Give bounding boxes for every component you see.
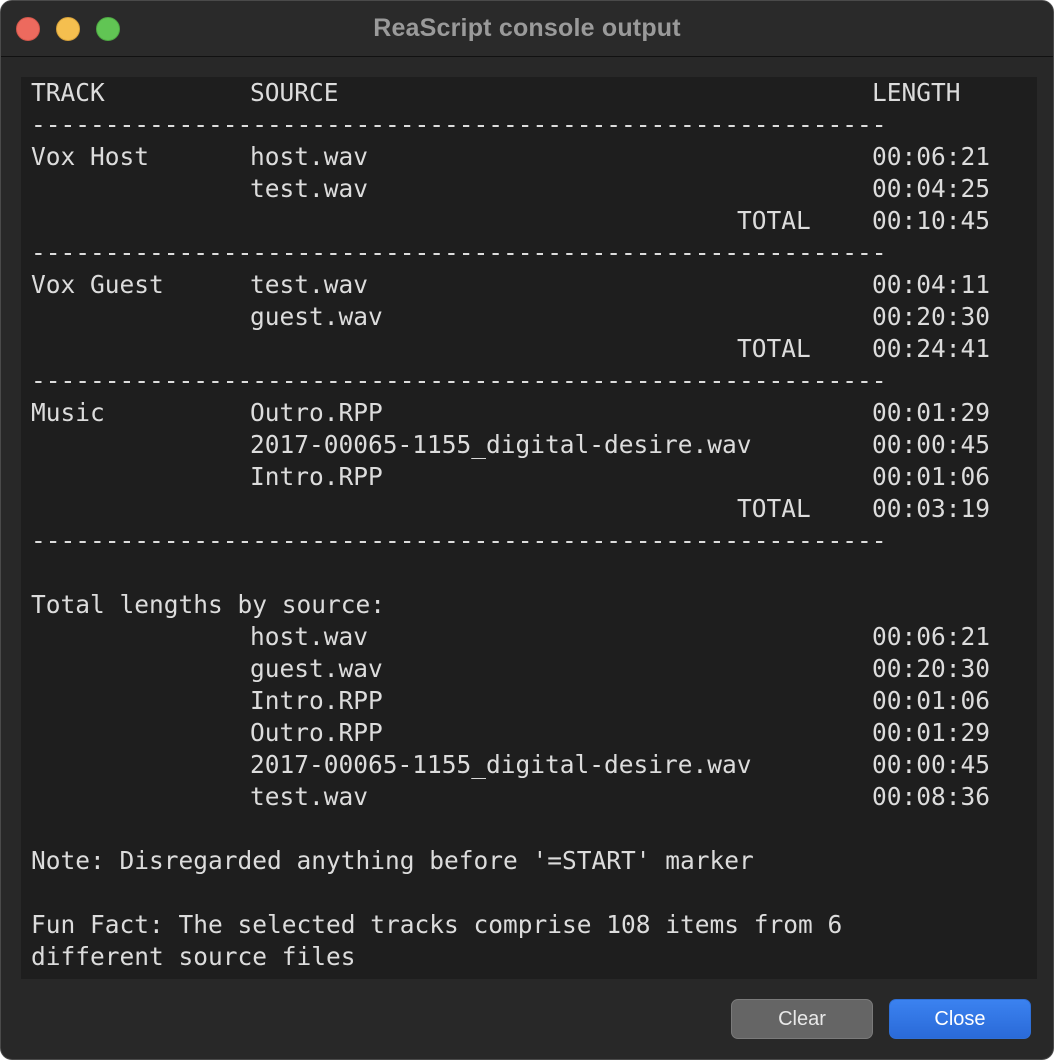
table-row: Music Outro.RPP 00:01:29 <box>21 397 1037 429</box>
source-length: 00:20:30 <box>872 302 991 331</box>
list-item: guest.wav 00:20:30 <box>21 653 1037 685</box>
source-name: Intro.RPP <box>250 462 383 491</box>
source-name: Outro.RPP <box>250 398 383 427</box>
source-name: host.wav <box>250 142 369 171</box>
table-row: test.wav 00:04:25 <box>21 173 1037 205</box>
list-item: Outro.RPP 00:01:29 <box>21 717 1037 749</box>
list-item: Intro.RPP 00:01:06 <box>21 685 1037 717</box>
source-name: guest.wav <box>250 302 383 331</box>
source-name: 2017-00065-1155_digital-desire.wav <box>250 750 752 779</box>
source-length: 00:08:36 <box>872 782 991 811</box>
separator: ----------------------------------------… <box>31 238 887 267</box>
table-row: Intro.RPP 00:01:06 <box>21 461 1037 493</box>
source-name: test.wav <box>250 782 369 811</box>
total-row: TOTAL 00:10:45 <box>21 205 1037 237</box>
by-source-heading-text: Total lengths by source: <box>31 590 386 619</box>
window-title: ReaScript console output <box>373 14 681 42</box>
header-track: TRACK <box>31 78 105 107</box>
source-length: 00:04:25 <box>872 174 991 203</box>
separator: ----------------------------------------… <box>31 526 887 555</box>
source-length: 00:01:29 <box>872 398 991 427</box>
header-source: SOURCE <box>250 78 339 107</box>
source-length: 00:04:11 <box>872 270 991 299</box>
separator: ----------------------------------------… <box>31 366 887 395</box>
fun-fact-text: Fun Fact: The selected tracks comprise 1… <box>31 910 843 939</box>
total-label: TOTAL <box>737 334 811 363</box>
note-text: Note: Disregarded anything before '=STAR… <box>31 846 754 875</box>
header-row: TRACK SOURCE LENGTH <box>21 77 1037 109</box>
source-name: Outro.RPP <box>250 718 383 747</box>
total-label: TOTAL <box>737 206 811 235</box>
fun-fact-line: different source files <box>21 941 1037 973</box>
header-length: LENGTH <box>872 78 961 107</box>
source-length: 00:01:06 <box>872 686 991 715</box>
source-name: test.wav <box>250 174 369 203</box>
fun-fact-line: Fun Fact: The selected tracks comprise 1… <box>21 909 1037 941</box>
source-length: 00:06:21 <box>872 142 991 171</box>
total-row: TOTAL 00:24:41 <box>21 333 1037 365</box>
source-length: 00:20:30 <box>872 654 991 683</box>
track-name: Music <box>31 398 105 427</box>
clear-button[interactable]: Clear <box>731 999 873 1039</box>
source-length: 00:01:29 <box>872 718 991 747</box>
track-name: Vox Host <box>31 142 150 171</box>
list-item: test.wav 00:08:36 <box>21 781 1037 813</box>
source-length: 00:00:45 <box>872 750 991 779</box>
title-bar[interactable]: ReaScript console output <box>1 1 1053 57</box>
console-output[interactable]: TRACK SOURCE LENGTH --------------------… <box>21 77 1037 979</box>
source-length: 00:01:06 <box>872 462 991 491</box>
source-name: guest.wav <box>250 654 383 683</box>
total-length: 00:10:45 <box>872 206 991 235</box>
fun-fact-text: different source files <box>31 942 356 971</box>
close-button[interactable]: Close <box>889 999 1031 1039</box>
table-row: Vox Guest test.wav 00:04:11 <box>21 269 1037 301</box>
source-length: 00:00:45 <box>872 430 991 459</box>
source-name: 2017-00065-1155_digital-desire.wav <box>250 430 752 459</box>
total-length: 00:24:41 <box>872 334 991 363</box>
note-line: Note: Disregarded anything before '=STAR… <box>21 845 1037 877</box>
total-length: 00:03:19 <box>872 494 991 523</box>
total-label: TOTAL <box>737 494 811 523</box>
source-length: 00:06:21 <box>872 622 991 651</box>
table-row: Vox Host host.wav 00:06:21 <box>21 141 1037 173</box>
source-name: test.wav <box>250 270 369 299</box>
track-name: Vox Guest <box>31 270 164 299</box>
source-name: Intro.RPP <box>250 686 383 715</box>
console-window: ReaScript console output TRACK SOURCE LE… <box>0 0 1054 1060</box>
list-item: host.wav 00:06:21 <box>21 621 1037 653</box>
table-row: guest.wav 00:20:30 <box>21 301 1037 333</box>
table-row: 2017-00065-1155_digital-desire.wav 00:00… <box>21 429 1037 461</box>
by-source-heading: Total lengths by source: <box>21 589 1037 621</box>
source-name: host.wav <box>250 622 369 651</box>
separator: ----------------------------------------… <box>31 110 887 139</box>
total-row: TOTAL 00:03:19 <box>21 493 1037 525</box>
list-item: 2017-00065-1155_digital-desire.wav 00:00… <box>21 749 1037 781</box>
